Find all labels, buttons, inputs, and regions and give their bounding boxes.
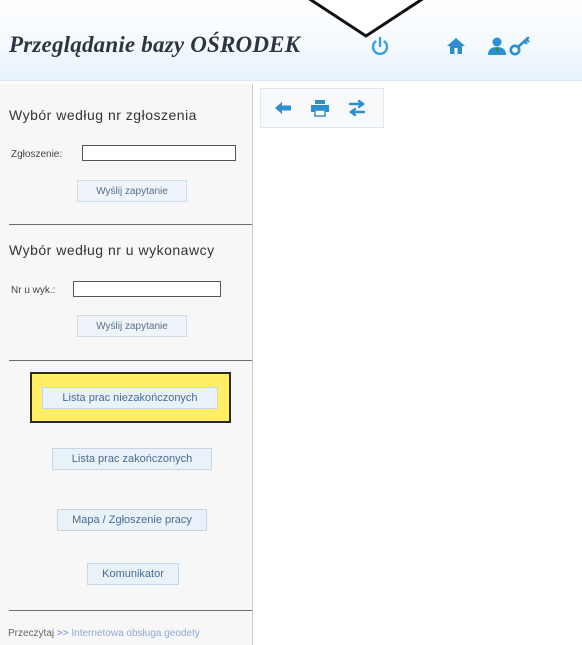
- request-number-input[interactable]: [82, 145, 236, 161]
- send-query-button-request[interactable]: Wyślij zapytanie: [77, 180, 187, 202]
- footer-link[interactable]: Internetowa obsługa geodety: [71, 628, 199, 639]
- contractor-number-label: Nr u wyk.:: [11, 285, 56, 296]
- finished-works-button[interactable]: Lista prac zakończonych: [52, 448, 212, 470]
- home-icon[interactable]: [445, 36, 467, 56]
- power-icon[interactable]: [369, 36, 391, 56]
- footer-prefix: Przeczytaj: [8, 628, 55, 639]
- key-icon[interactable]: [509, 36, 531, 56]
- section-title-request-number: Wybór według nr zgłoszenia: [9, 107, 197, 123]
- back-arrow-icon[interactable]: [273, 99, 293, 117]
- footer-note: Przeczytaj >> Internetowa obsługa geodet…: [8, 628, 200, 639]
- user-icon[interactable]: [486, 36, 508, 56]
- section-title-contractor-number: Wybór według nr u wykonawcy: [9, 242, 215, 258]
- contractor-number-input[interactable]: [73, 281, 221, 297]
- send-query-button-contractor[interactable]: Wyślij zapytanie: [77, 315, 187, 337]
- section-divider: [9, 360, 252, 361]
- callout-pointer: [308, 0, 424, 38]
- header-bar: Przeglądanie bazy OŚRODEK: [0, 0, 582, 81]
- swap-arrows-icon[interactable]: [347, 99, 367, 117]
- footer-arrows: >>: [56, 628, 69, 639]
- sidebar: [0, 84, 253, 645]
- page-title: Przeglądanie bazy OŚRODEK: [9, 32, 301, 57]
- main-toolbar: [260, 88, 384, 128]
- section-divider: [9, 610, 252, 611]
- communicator-button[interactable]: Komunikator: [87, 563, 179, 585]
- map-request-button[interactable]: Mapa / Zgłoszenie pracy: [57, 509, 207, 531]
- section-divider: [9, 224, 252, 225]
- request-number-label: Zgłoszenie:: [11, 149, 63, 160]
- printer-icon[interactable]: [310, 99, 330, 117]
- unfinished-works-button[interactable]: Lista prac niezakończonych: [42, 387, 218, 409]
